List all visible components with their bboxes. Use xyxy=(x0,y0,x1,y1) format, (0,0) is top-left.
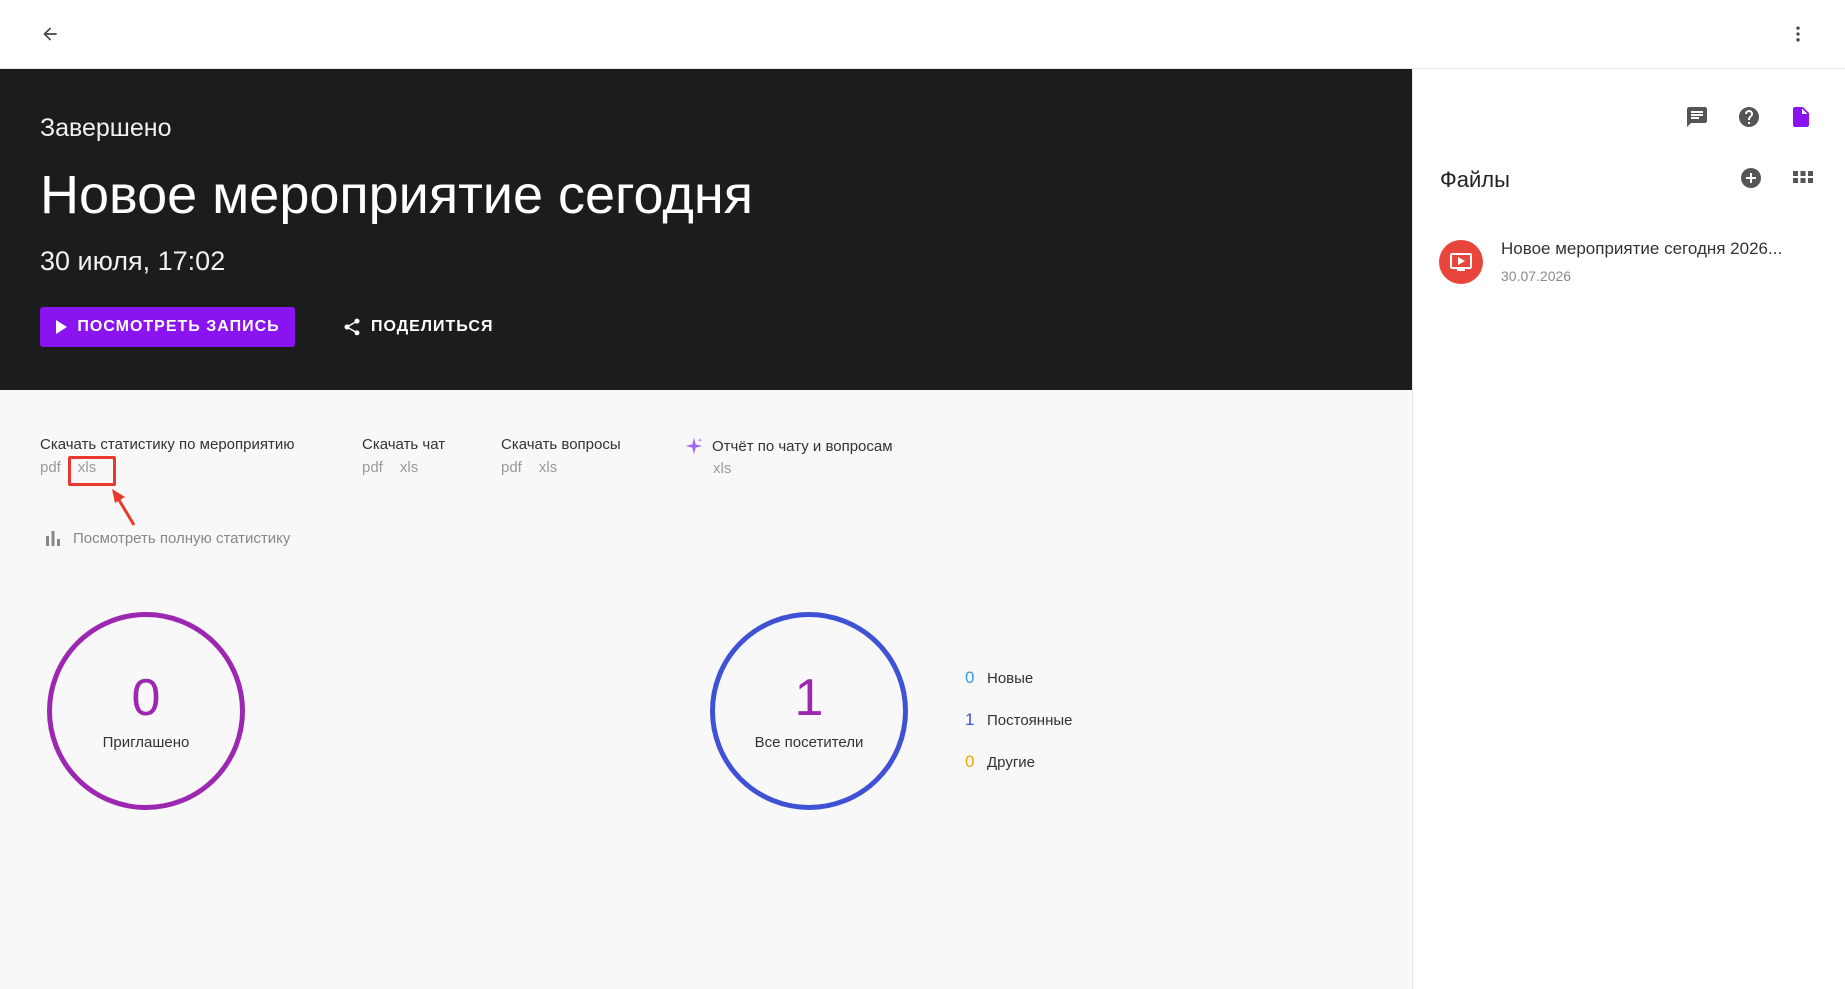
event-date: 30 июля, 17:02 xyxy=(40,246,226,276)
invited-label: Приглашено xyxy=(102,733,190,751)
legend-regular-label: Постоянные xyxy=(987,711,1073,729)
legend-row-new: 0 Новые xyxy=(965,657,1072,699)
report-xls-link[interactable]: xls xyxy=(713,460,731,477)
legend-row-regular: 1 Постоянные xyxy=(965,699,1072,741)
invited-circle: 0 Приглашено xyxy=(47,612,245,810)
legend-new-label: Новые xyxy=(987,669,1034,687)
report-group: Отчёт по чату и вопросам xls xyxy=(684,436,893,477)
visitors-label: Все посетители xyxy=(754,733,864,751)
download-chat-xls-link[interactable]: xls xyxy=(400,459,418,476)
main-content: Завершено Новое мероприятие сегодня 30 и… xyxy=(0,69,1412,989)
more-button[interactable] xyxy=(1782,18,1814,50)
download-questions-group: Скачать вопросы pdf xls xyxy=(501,436,621,476)
download-stats-pdf-link[interactable]: pdf xyxy=(40,459,61,476)
more-vertical-icon xyxy=(1796,26,1800,42)
file-icon xyxy=(1793,107,1809,127)
play-icon xyxy=(56,320,68,334)
watch-recording-label: ПОСМОТРЕТЬ ЗАПИСЬ xyxy=(77,318,280,335)
report-title: Отчёт по чату и вопросам xyxy=(712,437,893,455)
highlight-box xyxy=(68,456,116,486)
full-stats-link[interactable]: Посмотреть полную статистику xyxy=(44,529,290,547)
event-hero: Завершено Новое мероприятие сегодня 30 и… xyxy=(0,69,1412,390)
chat-icon xyxy=(1687,107,1707,127)
legend-row-other: 0 Другие xyxy=(965,741,1072,783)
legend-new-value: 0 xyxy=(965,668,975,687)
invited-count: 0 xyxy=(131,668,161,727)
share-icon xyxy=(344,318,360,336)
files-button[interactable] xyxy=(1785,101,1817,133)
download-chat-group: Скачать чат pdf xls xyxy=(362,436,445,476)
download-questions-title: Скачать вопросы xyxy=(501,436,621,453)
share-label: ПОДЕЛИТЬСЯ xyxy=(371,318,494,335)
grid-icon xyxy=(1793,171,1813,183)
help-icon xyxy=(1739,107,1759,127)
share-button[interactable]: ПОДЕЛИТЬСЯ xyxy=(342,307,493,347)
help-button[interactable] xyxy=(1733,101,1765,133)
download-questions-xls-link[interactable]: xls xyxy=(539,459,557,476)
visitors-circle: 1 Все посетители xyxy=(710,612,908,810)
visitors-count: 1 xyxy=(794,668,824,727)
files-sidebar: Файлы Новое мероприятие сегодня 2026... … xyxy=(1412,69,1845,989)
file-list-item[interactable]: Новое мероприятие сегодня 2026... 30.07.… xyxy=(1439,235,1829,295)
legend-other-value: 0 xyxy=(965,752,975,771)
event-title: Новое мероприятие сегодня xyxy=(40,165,753,225)
legend-regular-value: 1 xyxy=(965,710,975,729)
file-date: 30.07.2026 xyxy=(1501,268,1572,284)
grid-view-button[interactable] xyxy=(1787,162,1819,194)
files-title: Файлы xyxy=(1440,167,1510,192)
download-questions-pdf-link[interactable]: pdf xyxy=(501,459,522,476)
bar-chart-icon xyxy=(46,531,60,546)
video-file-icon xyxy=(1439,240,1483,284)
sparkle-icon xyxy=(685,437,703,455)
watch-recording-button[interactable]: ПОСМОТРЕТЬ ЗАПИСЬ xyxy=(40,307,295,347)
add-circle-icon xyxy=(1741,168,1761,188)
arrow-left-icon xyxy=(43,27,57,41)
annotation-arrow-icon xyxy=(112,489,136,526)
add-file-button[interactable] xyxy=(1735,162,1767,194)
download-stats-title: Скачать статистику по мероприятию xyxy=(40,436,295,453)
download-chat-title: Скачать чат xyxy=(362,436,446,453)
file-name: Новое мероприятие сегодня 2026... xyxy=(1501,239,1783,258)
download-chat-pdf-link[interactable]: pdf xyxy=(362,459,383,476)
full-stats-label: Посмотреть полную статистику xyxy=(73,529,291,547)
top-bar xyxy=(0,0,1845,69)
event-status: Завершено xyxy=(40,114,172,142)
legend-other-label: Другие xyxy=(987,753,1036,771)
visitors-legend: 0 Новые 1 Постоянные 0 Другие xyxy=(965,657,1072,783)
chat-button[interactable] xyxy=(1681,101,1713,133)
back-button[interactable] xyxy=(34,18,66,50)
